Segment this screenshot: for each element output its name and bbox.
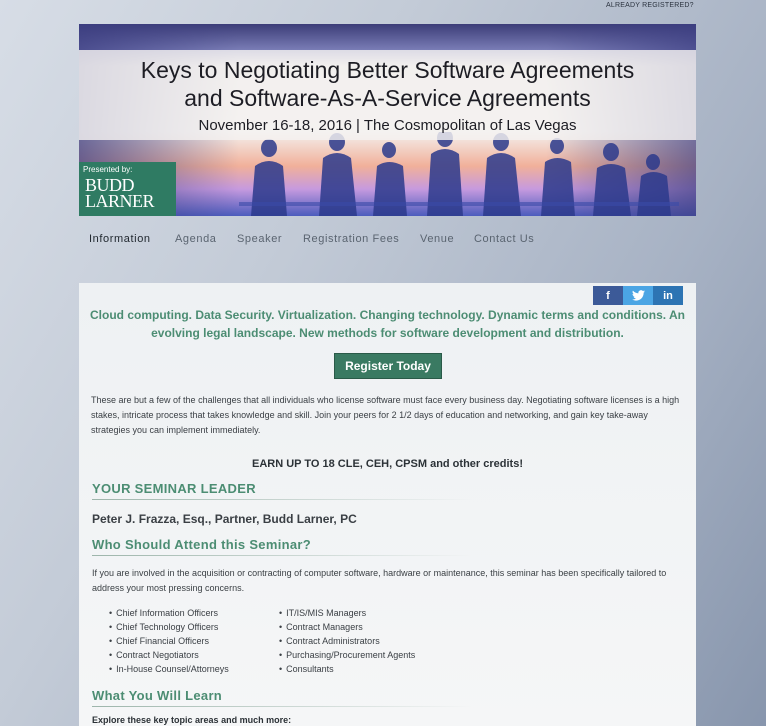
event-title: Keys to Negotiating Better Software Agre… <box>79 56 696 112</box>
nav-agenda[interactable]: Agenda <box>175 233 217 245</box>
what-you-will-learn-heading: What You Will Learn <box>92 688 473 707</box>
list-item: Contract Negotiators <box>109 648 229 662</box>
event-venue: The Cosmopolitan of Las Vegas <box>363 117 577 134</box>
credits-notice: EARN UP TO 18 CLE, CEH, CPSM and other c… <box>252 458 523 470</box>
list-item: Contract Managers <box>279 620 415 634</box>
list-item: Purchasing/Procurement Agents <box>279 648 415 662</box>
main-nav: Information Agenda Speaker Registration … <box>79 228 696 252</box>
list-item: Chief Information Officers <box>109 606 229 620</box>
event-dates-venue: November 16-18, 2016 | The Cosmopolitan of… <box>79 117 696 134</box>
nav-speaker[interactable]: Speaker <box>237 233 282 245</box>
budd-larner-logo: BUDD LARNER <box>85 175 155 211</box>
twitter-icon[interactable] <box>623 286 653 305</box>
event-dates: November 16-18, 2016 <box>198 117 352 134</box>
seminar-leader-name: Peter J. Frazza, Esq., Partner, Budd Lar… <box>92 512 357 526</box>
attendee-list-left: Chief Information Officers Chief Technol… <box>109 606 229 676</box>
social-share-bar: f in <box>593 286 683 305</box>
facebook-icon[interactable]: f <box>593 286 623 305</box>
list-item: IT/IS/MIS Managers <box>279 606 415 620</box>
nav-contact-us[interactable]: Contact Us <box>474 233 534 245</box>
explore-topics-text: Explore these key topic areas and much m… <box>92 715 292 725</box>
list-item: Chief Financial Officers <box>109 634 229 648</box>
presenter-badge: Presented by: BUDD LARNER <box>79 162 176 216</box>
list-item: Contract Administrators <box>279 634 415 648</box>
attendee-list-right: IT/IS/MIS Managers Contract Managers Con… <box>279 606 415 676</box>
nav-venue[interactable]: Venue <box>420 233 454 245</box>
event-banner: Keys to Negotiating Better Software Agre… <box>79 24 696 216</box>
linkedin-icon[interactable]: in <box>653 286 683 305</box>
who-should-attend-paragraph: If you are involved in the acquisition o… <box>92 568 667 593</box>
list-item: In-House Counsel/Attorneys <box>109 662 229 676</box>
intro-paragraph: These are but a few of the challenges th… <box>91 395 680 435</box>
presented-by-label: Presented by: <box>83 165 133 174</box>
content-panel: f in Cloud computing. Data Security. Vir… <box>79 283 696 726</box>
separator: | <box>355 117 360 134</box>
event-title-line2: and Software-As-A-Service Agreements <box>184 85 591 111</box>
register-today-button[interactable]: Register Today <box>334 353 442 379</box>
nav-information[interactable]: Information <box>89 233 151 245</box>
business-people-silhouette <box>239 132 679 216</box>
list-item: Consultants <box>279 662 415 676</box>
intro-tagline: Cloud computing. Data Security. Virtuali… <box>90 308 685 340</box>
already-registered-link[interactable]: ALREADY REGISTERED? <box>606 2 694 9</box>
event-title-line1: Keys to Negotiating Better Software Agre… <box>140 57 635 83</box>
nav-registration-fees[interactable]: Registration Fees <box>303 233 399 245</box>
who-should-attend-heading: Who Should Attend this Seminar? <box>92 537 472 556</box>
list-item: Chief Technology Officers <box>109 620 229 634</box>
seminar-leader-heading: YOUR SEMINAR LEADER <box>92 481 472 500</box>
